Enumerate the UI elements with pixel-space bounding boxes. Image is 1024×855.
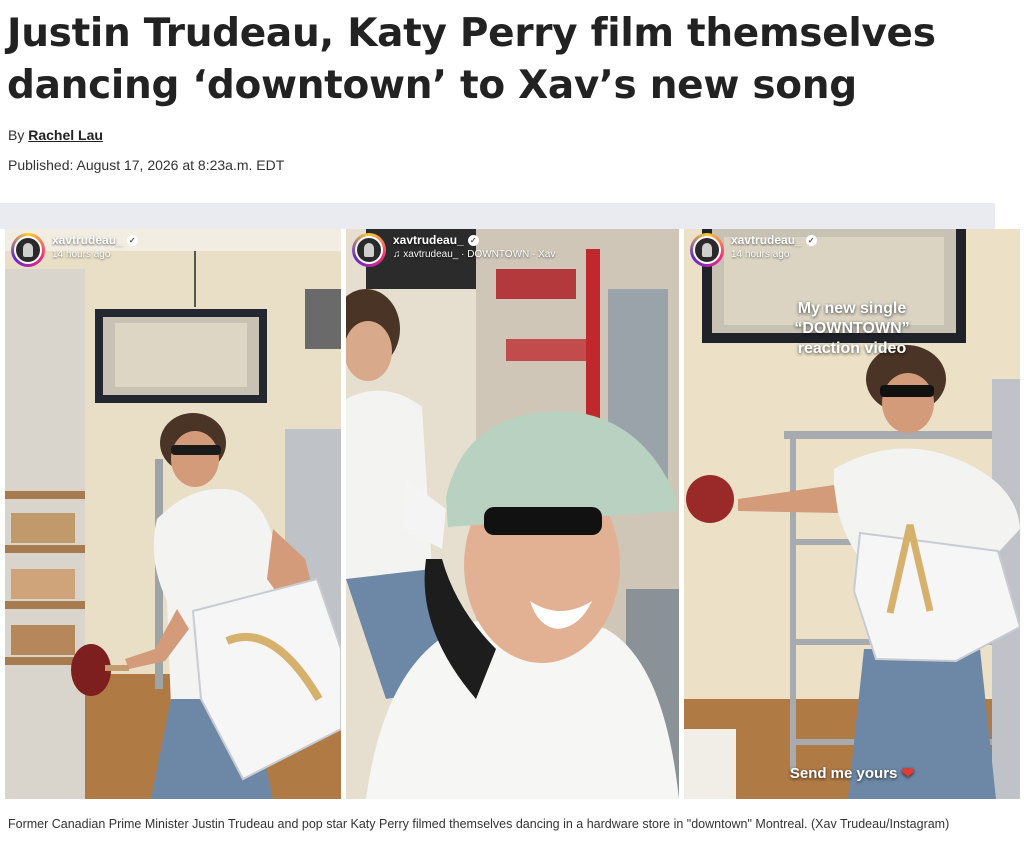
overlay-line-1: My new single	[797, 300, 907, 317]
avatar[interactable]	[690, 233, 724, 267]
byline: By Rachel Lau	[8, 127, 103, 143]
heart-icon: ❤	[901, 765, 915, 782]
photo-gallery: xavtrudeau_ ✓ 14 hours ago xavtrudeau_ ✓…	[0, 229, 1024, 799]
panel-2-photo	[346, 229, 679, 799]
ig-header-3: xavtrudeau_ ✓ 14 hours ago	[690, 233, 817, 267]
ig-username[interactable]: xavtrudeau_	[393, 233, 464, 247]
ig-username[interactable]: xavtrudeau_	[52, 233, 123, 247]
ig-audio-track[interactable]: ♫ xavtrudeau_ · DOWNTOWN · Xav	[393, 249, 555, 260]
video-overlay-text: My new single “DOWNTOWN” reaction video	[684, 299, 1020, 359]
publish-date: Published: August 17, 2026 at 8:23a.m. E…	[8, 157, 285, 173]
ig-username[interactable]: xavtrudeau_	[731, 233, 802, 247]
ig-header-1: xavtrudeau_ ✓ 14 hours ago	[11, 233, 138, 267]
verified-icon: ✓	[805, 234, 817, 246]
audio-label: xavtrudeau_ · DOWNTOWN · Xav	[403, 249, 556, 260]
verified-icon: ✓	[126, 234, 138, 246]
panel-1-photo	[5, 229, 341, 799]
music-note-icon: ♫	[393, 249, 401, 260]
overlay-line-3: reaction video	[797, 340, 907, 357]
author-link[interactable]: Rachel Lau	[28, 127, 103, 143]
avatar[interactable]	[352, 233, 386, 267]
photo-caption: Former Canadian Prime Minister Justin Tr…	[8, 817, 950, 831]
article-headline: Justin Trudeau, Katy Perry film themselv…	[7, 11, 936, 108]
avatar[interactable]	[11, 233, 45, 267]
video-panel-1[interactable]: xavtrudeau_ ✓ 14 hours ago	[5, 229, 341, 799]
ig-post-time: 14 hours ago	[52, 249, 111, 260]
media-header-strip	[0, 203, 995, 229]
verified-icon: ✓	[467, 234, 479, 246]
video-panel-2[interactable]: xavtrudeau_ ✓ ♫ xavtrudeau_ · DOWNTOWN ·…	[346, 229, 679, 799]
ig-header-2: xavtrudeau_ ✓ ♫ xavtrudeau_ · DOWNTOWN ·…	[352, 233, 555, 267]
overlay-line-2: “DOWNTOWN”	[794, 320, 910, 337]
byline-prefix: By	[8, 127, 25, 143]
ig-post-time: 14 hours ago	[731, 249, 790, 260]
send-me-yours-text: Send me yours	[789, 765, 898, 782]
video-panel-3[interactable]: xavtrudeau_ ✓ 14 hours ago My new single…	[684, 229, 1020, 799]
video-bottom-text: Send me yours ❤	[684, 764, 1020, 782]
